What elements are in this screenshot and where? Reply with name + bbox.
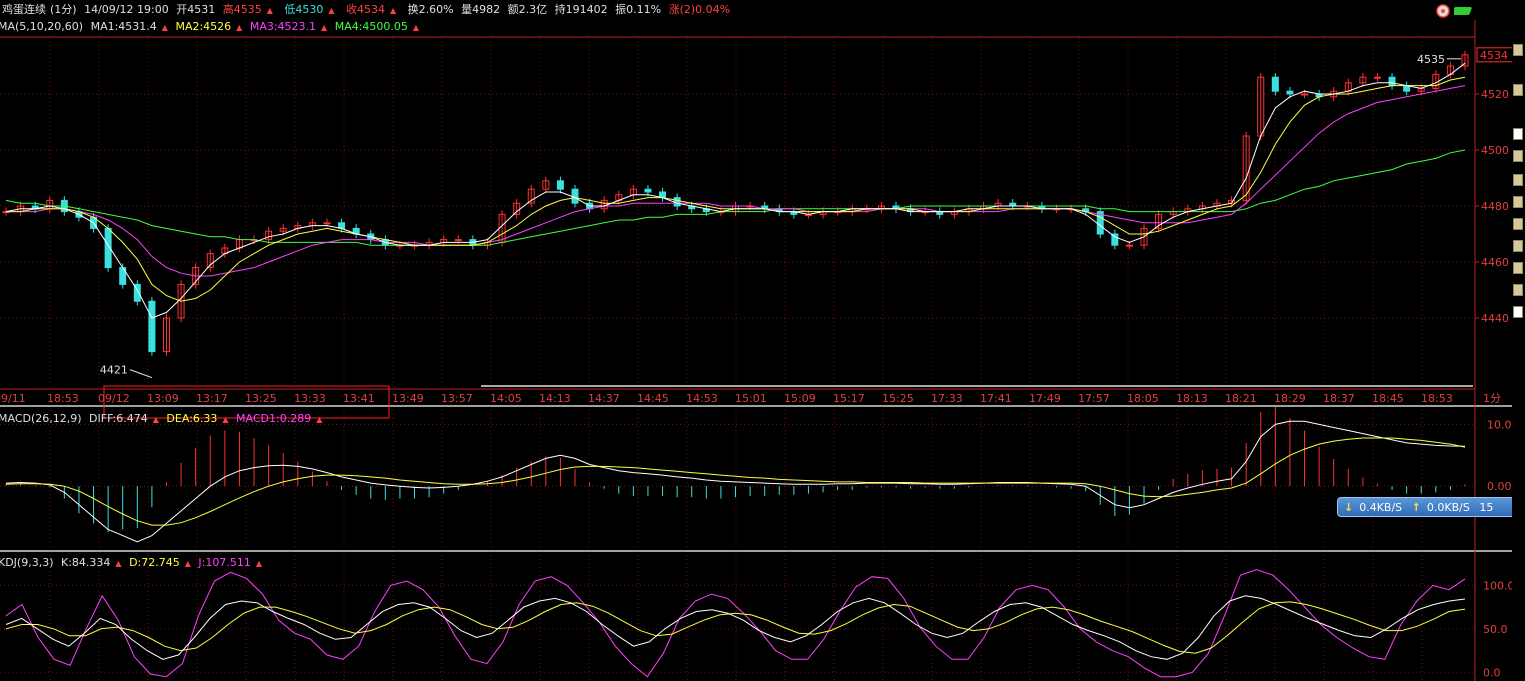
- kdj-tick-label: 100.0: [1483, 579, 1512, 592]
- up-arrow-icon: ▲: [222, 415, 229, 424]
- candle-body: [644, 188, 652, 193]
- current-price-label: 4534: [1480, 49, 1508, 62]
- time-label: 18:53: [1421, 392, 1453, 405]
- time-label: 13:41: [343, 392, 375, 405]
- time-label: 17:57: [1078, 392, 1110, 405]
- price-tick-label: 4480: [1481, 200, 1509, 213]
- network-speed-panel[interactable]: ↓ 0.4KB/S ↑ 0.0KB/S 15: [1337, 497, 1525, 517]
- high-label: 4535: [1417, 53, 1445, 66]
- time-label: 18:29: [1274, 392, 1306, 405]
- time-label: 09/11: [0, 392, 26, 405]
- low-marker: [129, 369, 153, 379]
- time-label: 15:25: [882, 392, 914, 405]
- candle-body: [673, 197, 681, 207]
- time-label: 09/12: [98, 392, 130, 405]
- k-value: K:84.334: [61, 556, 111, 569]
- time-label: 15:17: [833, 392, 865, 405]
- network-extra: 15: [1479, 501, 1494, 514]
- time-label: 14:05: [490, 392, 522, 405]
- macd-tick-label: 10.00: [1487, 418, 1512, 431]
- tool-icon[interactable]: [1513, 174, 1523, 186]
- upload-arrow-icon: ↑: [1411, 501, 1421, 514]
- kline-chart[interactable]: 4535 4421 4440 4460 4480 4500 4520 4534 09/11 18…: [0, 0, 1512, 681]
- time-label: 15:01: [735, 392, 767, 405]
- time-label: 14:45: [637, 392, 669, 405]
- time-label: 15:09: [784, 392, 816, 405]
- macd-legend-name: MACD(26,12,9): [0, 412, 82, 425]
- tool-icon[interactable]: [1513, 240, 1523, 252]
- tool-icon[interactable]: [1513, 150, 1523, 162]
- right-toolbar: [1512, 0, 1525, 681]
- time-label: 18:45: [1372, 392, 1404, 405]
- tool-icon[interactable]: [1513, 128, 1523, 140]
- low-label: 4421: [100, 364, 128, 377]
- time-label: 1分: [1483, 392, 1501, 405]
- time-label: 13:57: [441, 392, 473, 405]
- macd1-value: MACD1:0.289: [236, 412, 312, 425]
- price-tick-label: 4460: [1481, 256, 1509, 269]
- upload-speed: 0.0KB/S: [1426, 501, 1470, 514]
- price-tick-label: 4440: [1481, 312, 1509, 325]
- time-label: 14:13: [539, 392, 571, 405]
- time-label: 14:37: [588, 392, 620, 405]
- time-label: 18:05: [1127, 392, 1159, 405]
- kdj-legend-name: KDJ(9,3,3): [0, 556, 54, 569]
- price-tick-label: 4500: [1481, 144, 1509, 157]
- time-label: 14:53: [686, 392, 718, 405]
- macd-tick-label: 0.00: [1487, 480, 1512, 493]
- macd-legend: MACD(26,12,9) DIFF:6.474 ▲ DEA:6.33 ▲ MACD…: [0, 412, 326, 425]
- up-arrow-icon: ▲: [115, 559, 122, 568]
- tool-icon[interactable]: [1513, 284, 1523, 296]
- dea-value: DEA:6.33: [166, 412, 218, 425]
- up-arrow-icon: ▲: [184, 559, 191, 568]
- candle-body: [1373, 76, 1381, 79]
- tool-icon[interactable]: [1513, 218, 1523, 230]
- time-label: 17:33: [931, 392, 963, 405]
- time-label: 13:25: [245, 392, 277, 405]
- candle-body: [571, 188, 579, 204]
- candle-body: [1388, 76, 1396, 87]
- kdj-tick-label: 50.0: [1483, 623, 1508, 636]
- up-arrow-icon: ▲: [316, 415, 323, 424]
- download-speed: 0.4KB/S: [1359, 501, 1403, 514]
- tool-icon[interactable]: [1513, 306, 1523, 318]
- candle-body: [1125, 244, 1133, 247]
- time-label: 18:37: [1323, 392, 1355, 405]
- time-label: 17:41: [980, 392, 1012, 405]
- download-arrow-icon: ↓: [1344, 501, 1354, 514]
- kdj-legend: KDJ(9,3,3) K:84.334 ▲ D:72.745 ▲ J:107.511…: [0, 556, 266, 569]
- time-label: 18:21: [1225, 392, 1257, 405]
- candle-body: [1286, 90, 1294, 95]
- time-label: 13:09: [147, 392, 179, 405]
- kdj-tick-label: 0.0: [1483, 666, 1501, 679]
- tool-icon[interactable]: [1513, 44, 1523, 56]
- time-label: 18:53: [47, 392, 79, 405]
- time-label: 18:13: [1176, 392, 1208, 405]
- time-label: 13:49: [392, 392, 424, 405]
- tool-icon[interactable]: [1513, 262, 1523, 274]
- j-value: J:107.511: [198, 556, 251, 569]
- candle-body: [1271, 76, 1279, 92]
- tool-icon[interactable]: [1513, 84, 1523, 96]
- candle-body: [556, 180, 564, 190]
- time-label: 13:33: [294, 392, 326, 405]
- candle-body: [323, 222, 331, 225]
- up-arrow-icon: ▲: [152, 415, 159, 424]
- candle-body: [1301, 93, 1309, 96]
- time-label: 17:49: [1029, 392, 1061, 405]
- up-arrow-icon: ▲: [255, 559, 263, 568]
- candle-body: [454, 239, 462, 242]
- d-value: D:72.745: [129, 556, 180, 569]
- diff-value: DIFF:6.474: [89, 412, 148, 425]
- tool-icon[interactable]: [1513, 196, 1523, 208]
- candle-body: [148, 300, 156, 353]
- time-label: 13:17: [196, 392, 228, 405]
- price-tick-label: 4520: [1481, 88, 1509, 101]
